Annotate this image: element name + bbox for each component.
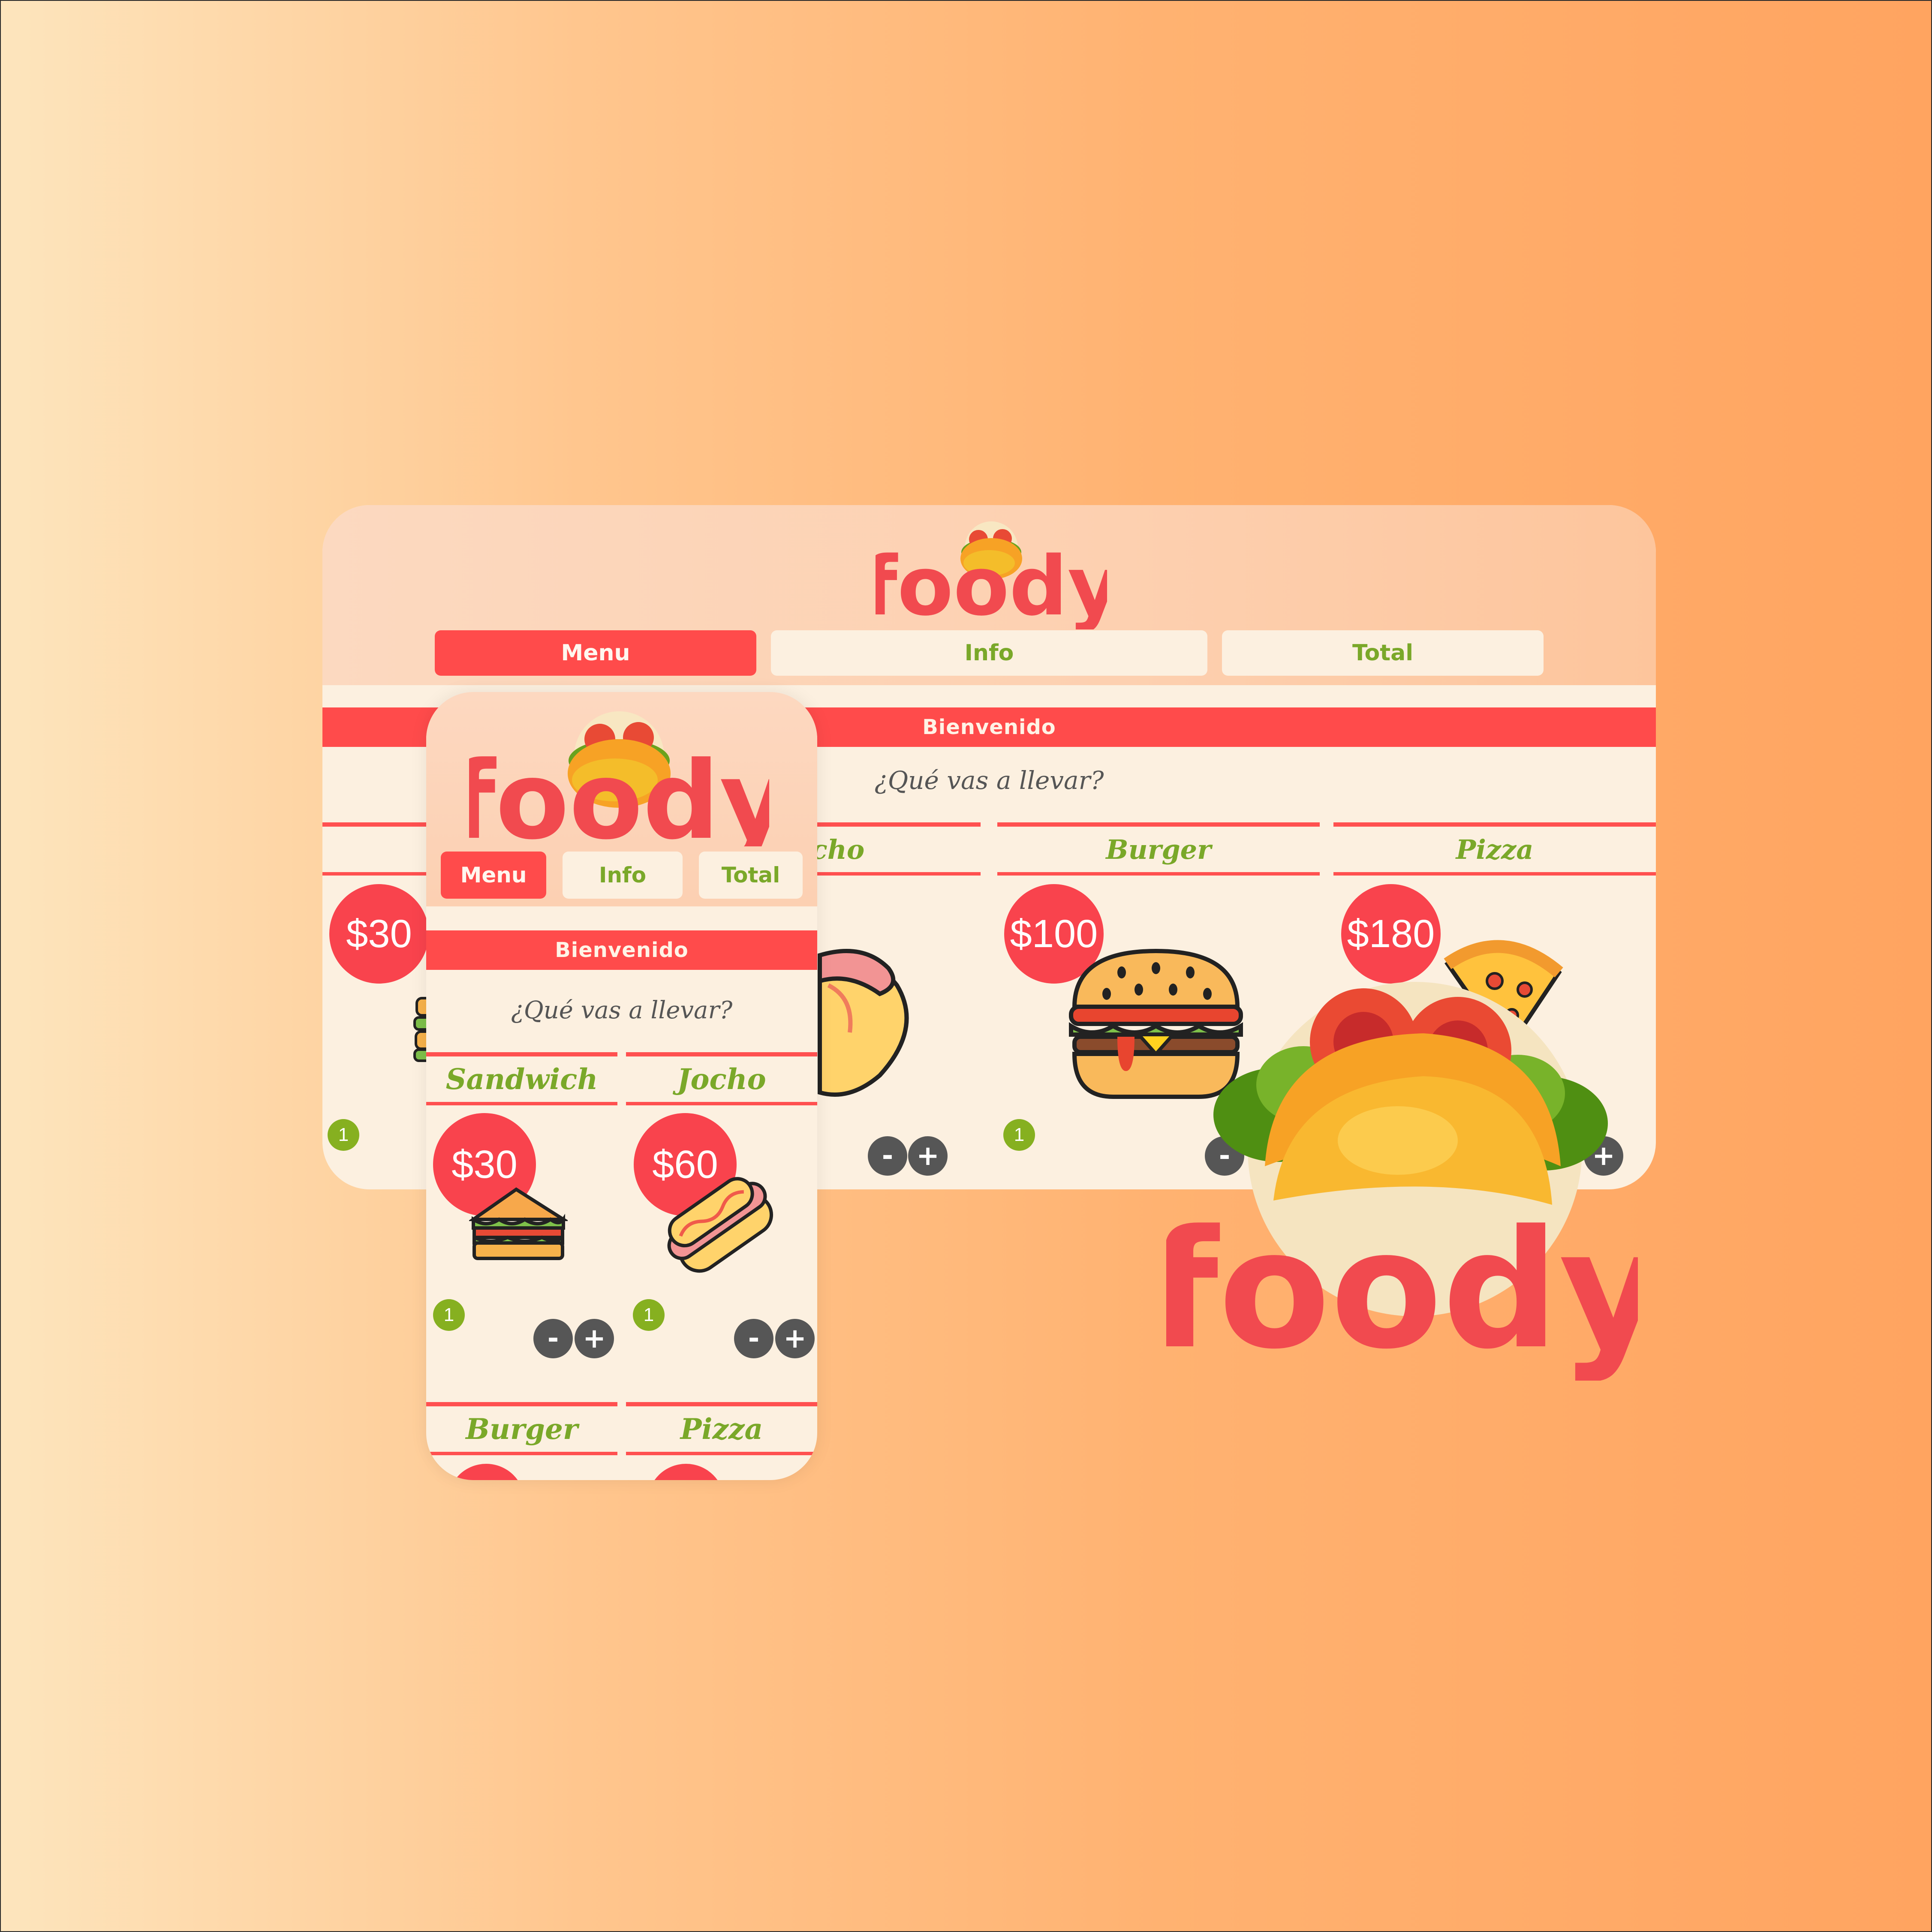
welcome-banner: Bienvenido — [426, 930, 817, 970]
desktop-header: foody Menu Info Total — [322, 505, 1656, 685]
plus-button[interactable]: + — [908, 1136, 948, 1176]
quantity-badge: 1 — [433, 1299, 465, 1331]
hotdog-icon — [667, 1177, 773, 1273]
tab-info[interactable]: Info — [771, 630, 1207, 676]
svg-text:foody: foody — [1166, 1195, 1638, 1381]
tab-total[interactable]: Total — [699, 852, 803, 899]
hotdog-icon — [818, 949, 909, 1097]
item-name-burger: Burger — [997, 822, 1320, 876]
sandwich-icon — [469, 1187, 568, 1260]
minus-button[interactable]: - — [868, 1136, 907, 1176]
minus-button[interactable]: - — [533, 1319, 573, 1358]
svg-text:foody: foody — [469, 738, 769, 846]
price-badge — [448, 1464, 525, 1480]
quantity-badge: 1 — [633, 1299, 665, 1331]
foody-logo: foody — [876, 521, 1107, 629]
question-text: ¿Qué vas a llevar? — [511, 996, 733, 1024]
mobile-window: foody Menu Info Total Bienvenido ¿Qué va… — [426, 692, 817, 1480]
tab-menu[interactable]: Menu — [441, 852, 546, 899]
foody-logo-large: foody — [1166, 982, 1638, 1381]
svg-text:foody: foody — [876, 539, 1107, 629]
plus-button[interactable]: + — [775, 1319, 815, 1358]
plus-button[interactable]: + — [575, 1319, 614, 1358]
item-name-jocho: Jocho — [626, 1052, 817, 1105]
tab-menu[interactable]: Menu — [435, 630, 756, 676]
tab-total[interactable]: Total — [1222, 630, 1544, 676]
item-name-burger: Burger — [426, 1402, 617, 1455]
price-badge: $30 — [329, 884, 429, 984]
mobile-header: foody Menu Info Total — [426, 692, 817, 906]
foody-logo: foody — [469, 711, 769, 846]
item-name-pizza: Pizza — [1333, 822, 1656, 876]
tab-info[interactable]: Info — [563, 852, 683, 899]
item-name-pizza: Pizza — [626, 1402, 817, 1455]
price-badge — [647, 1464, 725, 1480]
quantity-badge: 1 — [1003, 1119, 1035, 1151]
item-name-sandwich: Sandwich — [426, 1052, 617, 1105]
minus-button[interactable]: - — [734, 1319, 773, 1358]
quantity-badge: 1 — [328, 1119, 359, 1151]
